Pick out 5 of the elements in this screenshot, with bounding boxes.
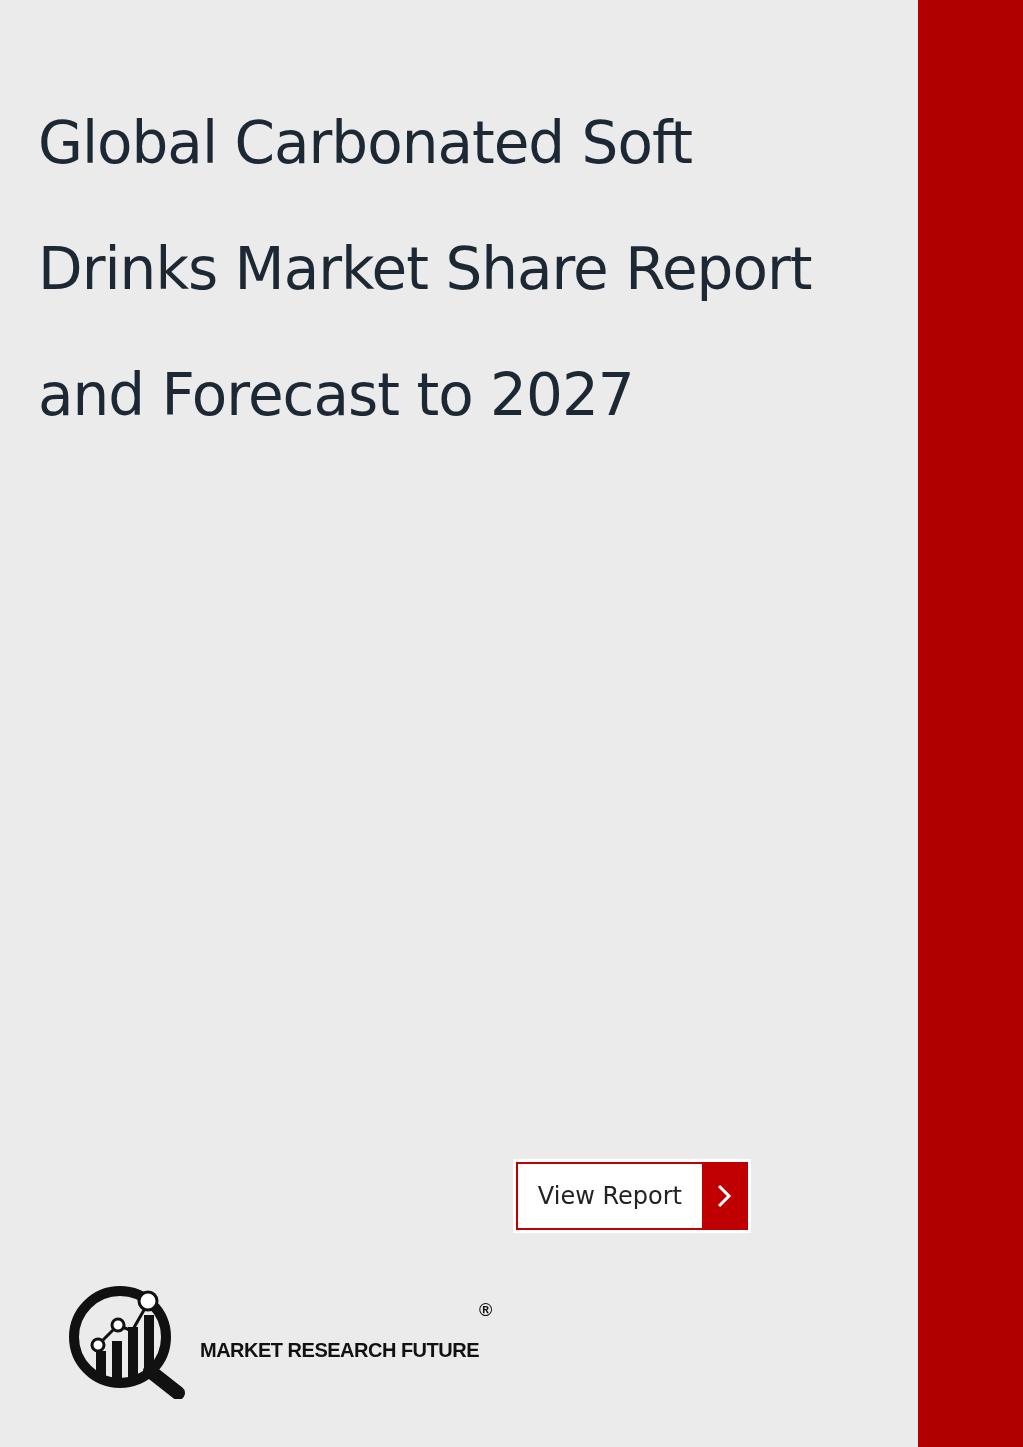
report-title: Global Carbonated Soft Drinks Market Share Report and Forecast to 2027 <box>38 108 813 431</box>
chevron-right-icon <box>716 1183 732 1209</box>
brand-name: MARKET RESEARCH FUTURE <box>200 1338 479 1363</box>
view-report-button[interactable]: View Report <box>515 1162 748 1230</box>
registered-mark: ® <box>479 1299 493 1322</box>
